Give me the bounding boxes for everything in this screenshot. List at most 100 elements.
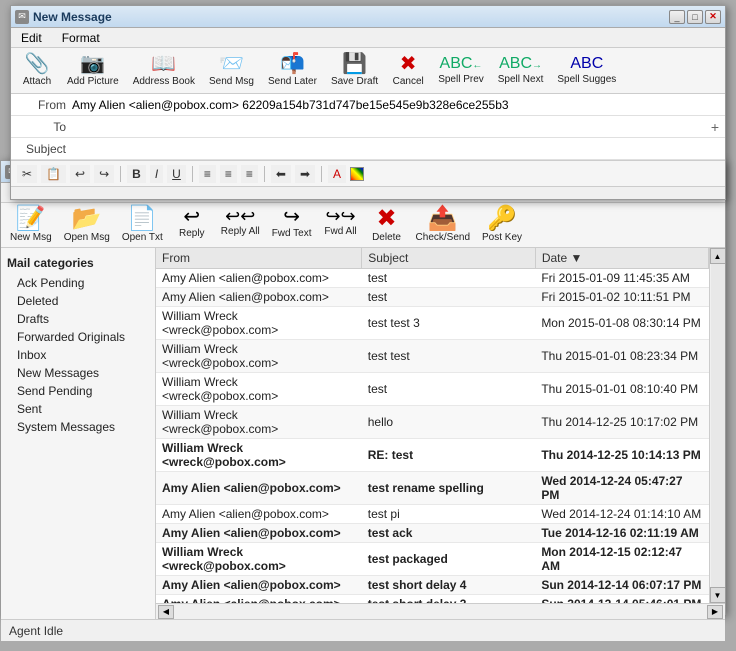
table-row[interactable]: William Wreck <wreck@pobox.com>test test…: [156, 307, 709, 340]
email-from: William Wreck <wreck@pobox.com>: [156, 543, 362, 576]
table-row[interactable]: Amy Alien <alien@pobox.com>test rename s…: [156, 472, 709, 505]
reply-all-label: Reply All: [221, 226, 260, 237]
email-from: Amy Alien <alien@pobox.com>: [156, 595, 362, 604]
reply-all-button[interactable]: ↩↩ Reply All: [216, 205, 265, 239]
send-later-button[interactable]: 📬 Send Later: [264, 52, 321, 89]
table-row[interactable]: Amy Alien <alien@pobox.com>testFri 2015-…: [156, 288, 709, 307]
scroll-down-button[interactable]: ▼: [710, 587, 726, 603]
email-subject: test test 3: [362, 307, 536, 340]
spell-prev-button[interactable]: ABC← Spell Prev: [434, 54, 488, 87]
sidebar-item-drafts[interactable]: Drafts: [1, 310, 155, 328]
open-txt-button[interactable]: 📄 Open Txt: [117, 205, 168, 245]
italic-button[interactable]: I: [150, 165, 163, 183]
cancel-button[interactable]: ✖ Cancel: [388, 52, 428, 89]
table-row[interactable]: William Wreck <wreck@pobox.com>test test…: [156, 340, 709, 373]
table-row[interactable]: Amy Alien <alien@pobox.com>test piWed 20…: [156, 505, 709, 524]
sidebar-item-ack-pending[interactable]: Ack Pending: [1, 274, 155, 292]
send-later-icon: 📬: [280, 54, 305, 74]
compose-title-bar: ✉ New Message _ □ ✕: [11, 6, 725, 28]
fwd-all-button[interactable]: ↪↪ Fwd All: [319, 205, 363, 239]
vertical-scrollbar[interactable]: ▲ ▼: [709, 248, 725, 603]
sidebar-item-sent[interactable]: Sent: [1, 400, 155, 418]
reply-button[interactable]: ↩ Reply: [170, 205, 214, 241]
spell-suggest-button[interactable]: ABC Spell Sugges: [553, 54, 620, 87]
sidebar-item-new-messages[interactable]: New Messages: [1, 364, 155, 382]
email-subject: test packaged: [362, 543, 536, 576]
email-date: Fri 2015-01-02 10:11:51 PM: [535, 288, 708, 307]
to-row: To +: [11, 116, 725, 138]
horizontal-scrollbar[interactable]: ◀ ▶: [156, 603, 725, 619]
align-right-button[interactable]: ≡: [241, 165, 258, 183]
fwd-text-button[interactable]: ↪ Fwd Text: [267, 205, 317, 241]
address-book-icon: 📖: [151, 54, 176, 74]
email-from: Amy Alien <alien@pobox.com>: [156, 524, 362, 543]
check-send-button[interactable]: 📤 Check/Send: [411, 205, 475, 245]
scroll-up-button[interactable]: ▲: [710, 248, 726, 264]
sidebar-title: Mail categories: [1, 252, 155, 274]
table-row[interactable]: Amy Alien <alien@pobox.com>test short de…: [156, 595, 709, 604]
address-book-button[interactable]: 📖 Address Book: [129, 52, 199, 89]
outdent-button[interactable]: ➡: [295, 165, 315, 183]
post-key-button[interactable]: 🔑 Post Key: [477, 205, 527, 245]
spell-suggest-label: Spell Sugges: [557, 74, 616, 85]
save-draft-button[interactable]: 💾 Save Draft: [327, 52, 382, 89]
sidebar-item-system-messages[interactable]: System Messages: [1, 418, 155, 436]
sidebar-item-send-pending[interactable]: Send Pending: [1, 382, 155, 400]
color-picker[interactable]: [350, 167, 364, 181]
compose-close-button[interactable]: ✕: [705, 10, 721, 24]
compose-menu-format[interactable]: Format: [56, 29, 106, 47]
table-row[interactable]: Amy Alien <alien@pobox.com>testFri 2015-…: [156, 269, 709, 288]
sidebar-item-forwarded-originals[interactable]: Forwarded Originals: [1, 328, 155, 346]
sidebar-item-inbox[interactable]: Inbox: [1, 346, 155, 364]
delete-button[interactable]: ✖ Delete: [365, 205, 409, 245]
email-date: Fri 2015-01-09 11:45:35 AM: [535, 269, 708, 288]
table-row[interactable]: William Wreck <wreck@pobox.com>RE: testT…: [156, 439, 709, 472]
compose-title-text: New Message: [33, 10, 669, 24]
col-from[interactable]: From: [156, 248, 362, 269]
email-date: Sun 2014-12-14 06:07:17 PM: [535, 576, 708, 595]
copy-button[interactable]: 📋: [41, 165, 66, 183]
undo-button[interactable]: ↩: [70, 165, 90, 183]
table-row[interactable]: William Wreck <wreck@pobox.com>helloThu …: [156, 406, 709, 439]
fwd-text-label: Fwd Text: [272, 228, 312, 239]
new-msg-button[interactable]: 📝 New Msg: [5, 205, 57, 245]
align-left-button[interactable]: ≡: [199, 165, 216, 183]
sidebar-item-deleted[interactable]: Deleted: [1, 292, 155, 310]
font-color-button[interactable]: A: [328, 165, 346, 183]
compose-minimize-button[interactable]: _: [669, 10, 685, 24]
scroll-track[interactable]: [711, 264, 725, 587]
email-date: Wed 2014-12-24 05:47:27 PM: [535, 472, 708, 505]
open-msg-icon: 📂: [72, 207, 102, 231]
to-plus-button[interactable]: +: [711, 119, 719, 135]
scroll-right-button[interactable]: ▶: [707, 605, 723, 619]
format-sep-1: [120, 166, 121, 182]
table-row[interactable]: Amy Alien <alien@pobox.com>test short de…: [156, 576, 709, 595]
spell-next-button[interactable]: ABC→ Spell Next: [494, 54, 548, 87]
redo-button[interactable]: ↪: [94, 165, 114, 183]
indent-button[interactable]: ⬅: [271, 165, 291, 183]
table-row[interactable]: Amy Alien <alien@pobox.com>test ackTue 2…: [156, 524, 709, 543]
open-msg-button[interactable]: 📂 Open Msg: [59, 205, 115, 245]
bold-button[interactable]: B: [127, 165, 146, 183]
email-list-container: From Subject Date ▼ Amy Alien <alien@pob…: [156, 248, 725, 619]
to-input[interactable]: [72, 120, 711, 134]
new-msg-icon: 📝: [16, 207, 46, 231]
underline-button[interactable]: U: [167, 165, 186, 183]
from-row: From Amy Alien <alien@pobox.com> 62209a1…: [11, 94, 725, 116]
table-row[interactable]: William Wreck <wreck@pobox.com>testThu 2…: [156, 373, 709, 406]
align-center-button[interactable]: ≡: [220, 165, 237, 183]
col-subject[interactable]: Subject: [362, 248, 536, 269]
scroll-left-button[interactable]: ◀: [158, 605, 174, 619]
compose-maximize-button[interactable]: □: [687, 10, 703, 24]
email-date: Tue 2014-12-16 02:11:19 AM: [535, 524, 708, 543]
cut-button[interactable]: ✂: [17, 165, 37, 183]
save-draft-label: Save Draft: [331, 76, 378, 87]
compose-menu-edit[interactable]: Edit: [15, 29, 48, 47]
send-msg-button[interactable]: 📨 Send Msg: [205, 52, 258, 89]
status-text: Agent Idle: [9, 624, 63, 638]
col-date[interactable]: Date ▼: [535, 248, 708, 269]
attach-button[interactable]: 📎 Attach: [17, 52, 57, 89]
subject-input[interactable]: [72, 142, 719, 156]
add-picture-button[interactable]: 📷 Add Picture: [63, 52, 123, 89]
table-row[interactable]: William Wreck <wreck@pobox.com>test pack…: [156, 543, 709, 576]
